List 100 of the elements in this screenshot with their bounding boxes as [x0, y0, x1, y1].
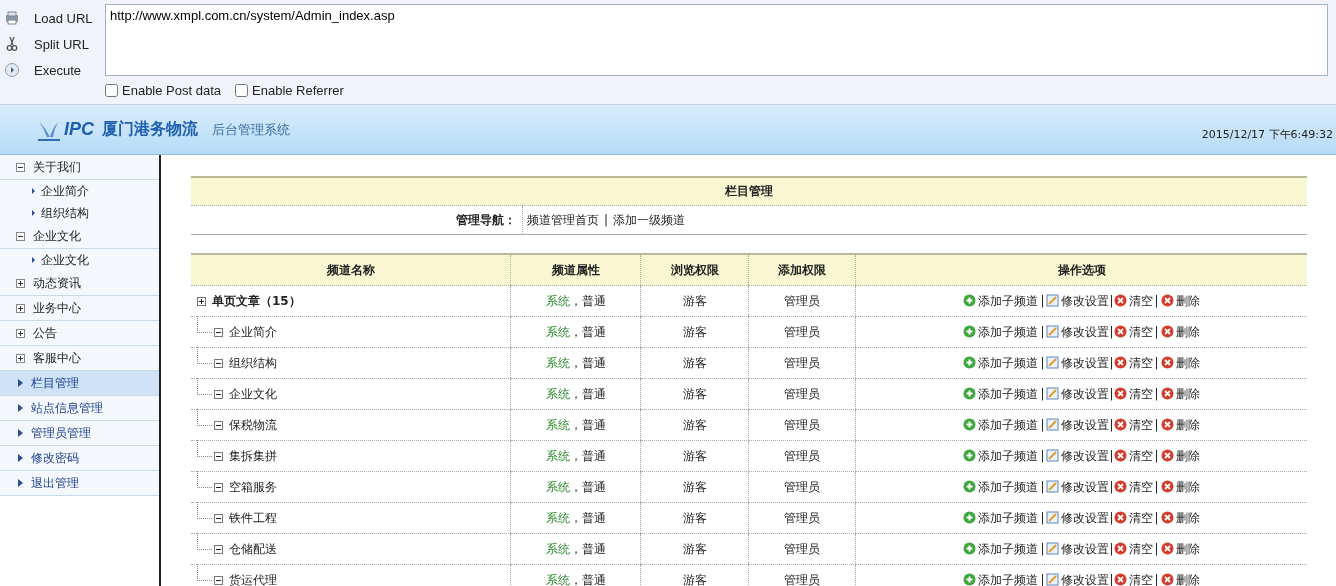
action-link[interactable]: 删除	[1175, 417, 1200, 432]
separator: |	[1040, 572, 1045, 586]
checkbox-label[interactable]: Enable Referrer	[252, 82, 344, 98]
action-link[interactable]: 添加子频道	[978, 386, 1039, 401]
action-link[interactable]: 清空	[1128, 293, 1153, 308]
table-cell: 游客	[640, 440, 749, 472]
plus-box-icon[interactable]	[197, 296, 206, 306]
separator: |	[1040, 355, 1045, 370]
action-link[interactable]: 清空	[1128, 324, 1153, 339]
split-url-button[interactable]: Split URL	[32, 36, 91, 52]
minus-box-icon[interactable]	[214, 513, 223, 523]
sidebar-subitem[interactable]: 组织结构	[0, 202, 159, 224]
action-link[interactable]: 添加子频道	[978, 572, 1039, 586]
action-link[interactable]: 添加子频道	[978, 479, 1039, 494]
load-url-button[interactable]: Load URL	[32, 10, 95, 26]
action-link[interactable]: 删除	[1175, 510, 1200, 525]
table-cell: 管理员	[748, 440, 856, 472]
sidebar-item[interactable]: 退出管理	[0, 471, 159, 496]
action-link[interactable]: 删除	[1175, 541, 1200, 556]
action-link[interactable]: 删除	[1175, 479, 1200, 494]
action-link[interactable]: 修改设置|	[1061, 448, 1114, 463]
channel-name: 单页文章（15）	[212, 292, 301, 310]
action-link[interactable]: 添加子频道	[978, 324, 1039, 339]
action-link[interactable]: 修改设置|	[1061, 572, 1114, 586]
checkbox-label[interactable]: Enable Post data	[122, 82, 222, 98]
channel-name: 仓储配送	[229, 540, 277, 558]
attribute-text: ，普通	[569, 417, 606, 432]
separator: |	[1040, 293, 1045, 308]
table-cell: 管理员	[748, 378, 856, 410]
action-link[interactable]: 删除	[1175, 324, 1200, 339]
sidebar-item[interactable]: 栏目管理	[0, 371, 159, 396]
sidebar-subitem[interactable]: 企业文化	[0, 249, 159, 271]
action-link[interactable]: 添加子频道	[978, 293, 1039, 308]
action-link[interactable]: 清空	[1128, 541, 1153, 556]
sidebar-item[interactable]: 动态资讯	[0, 271, 159, 296]
sidebar-item[interactable]: 站点信息管理	[0, 396, 159, 421]
action-link[interactable]: 删除	[1175, 293, 1200, 308]
sidebar-item[interactable]: 客服中心	[0, 346, 159, 371]
sidebar-item[interactable]: 管理员管理	[0, 421, 159, 446]
minus-box-icon[interactable]	[214, 482, 223, 492]
minus-box-icon[interactable]	[214, 544, 223, 554]
attribute-text: ，普通	[569, 324, 606, 339]
action-link[interactable]: 清空	[1128, 510, 1153, 525]
x-circle-icon	[1160, 510, 1174, 524]
action-link[interactable]: 添加子频道	[978, 448, 1039, 463]
action-link[interactable]: 清空	[1128, 355, 1153, 370]
action-link[interactable]: 添加子频道	[978, 541, 1039, 556]
action-link[interactable]: 清空	[1128, 572, 1153, 586]
sidebar-item[interactable]: 关于我们	[0, 155, 159, 180]
action-link[interactable]: 修改设置|	[1061, 355, 1114, 370]
execute-url-button[interactable]: Execute	[32, 62, 83, 78]
x-circle-icon	[1160, 355, 1174, 369]
separator: |	[1040, 386, 1045, 401]
url-field[interactable]: http://www.xmpl.com.cn/system/Admin_index.asp	[105, 4, 1328, 76]
action-link[interactable]: 删除	[1175, 355, 1200, 370]
minus-box-icon[interactable]	[214, 451, 223, 461]
action-link[interactable]: 添加子频道	[978, 355, 1039, 370]
checkbox[interactable]	[105, 83, 118, 97]
action-link[interactable]: 清空	[1128, 417, 1153, 432]
minus-box-icon[interactable]	[214, 358, 223, 368]
action-link[interactable]: 清空	[1128, 386, 1153, 401]
sidebar-item[interactable]: 公告	[0, 321, 159, 346]
table-cell: 游客	[640, 347, 749, 379]
minus-box-icon[interactable]	[214, 327, 223, 337]
minus-box-icon[interactable]	[214, 575, 223, 585]
action-link[interactable]: 修改设置|	[1061, 386, 1114, 401]
attribute-text: ，普通	[569, 510, 606, 525]
action-link[interactable]: 修改设置|	[1061, 324, 1114, 339]
separator: |	[1154, 355, 1159, 370]
action-link[interactable]: 修改设置|	[1061, 293, 1114, 308]
action-link[interactable]: 删除	[1175, 572, 1200, 586]
arrow-icon	[32, 210, 35, 216]
sidebar-subitem[interactable]: 企业简介	[0, 180, 159, 202]
action-link[interactable]: 修改设置|	[1061, 510, 1114, 525]
action-link[interactable]: 修改设置|	[1061, 479, 1114, 494]
nav-link[interactable]: 添加一级频道	[613, 211, 686, 229]
minus-box-icon[interactable]	[214, 389, 223, 399]
minus-box-icon[interactable]	[214, 420, 223, 430]
action-link[interactable]: 添加子频道	[978, 510, 1039, 525]
action-link[interactable]: 清空	[1128, 479, 1153, 494]
separator: |	[1154, 510, 1159, 525]
sidebar-item[interactable]: 修改密码	[0, 446, 159, 471]
separator: |	[1154, 479, 1159, 494]
sidebar-item[interactable]: 业务中心	[0, 296, 159, 321]
action-link[interactable]: 清空	[1128, 448, 1153, 463]
action-link[interactable]: 删除	[1175, 386, 1200, 401]
action-link[interactable]: 添加子频道	[978, 417, 1039, 432]
plus-circle-icon	[963, 448, 977, 462]
action-link[interactable]: 删除	[1175, 448, 1200, 463]
action-link[interactable]: 修改设置|	[1061, 541, 1114, 556]
nav-link[interactable]: 频道管理首页	[527, 211, 599, 229]
checkbox[interactable]	[235, 83, 249, 97]
system-title: 后台管理系统	[212, 120, 290, 139]
sidebar-item[interactable]: 企业文化	[0, 224, 159, 249]
x-circle-icon	[1160, 541, 1174, 555]
separator: |	[1154, 448, 1159, 463]
action-link[interactable]: 修改设置|	[1061, 417, 1114, 432]
arrow-icon	[32, 257, 35, 263]
table-cell: 游客	[640, 533, 749, 565]
play-icon	[4, 62, 20, 78]
